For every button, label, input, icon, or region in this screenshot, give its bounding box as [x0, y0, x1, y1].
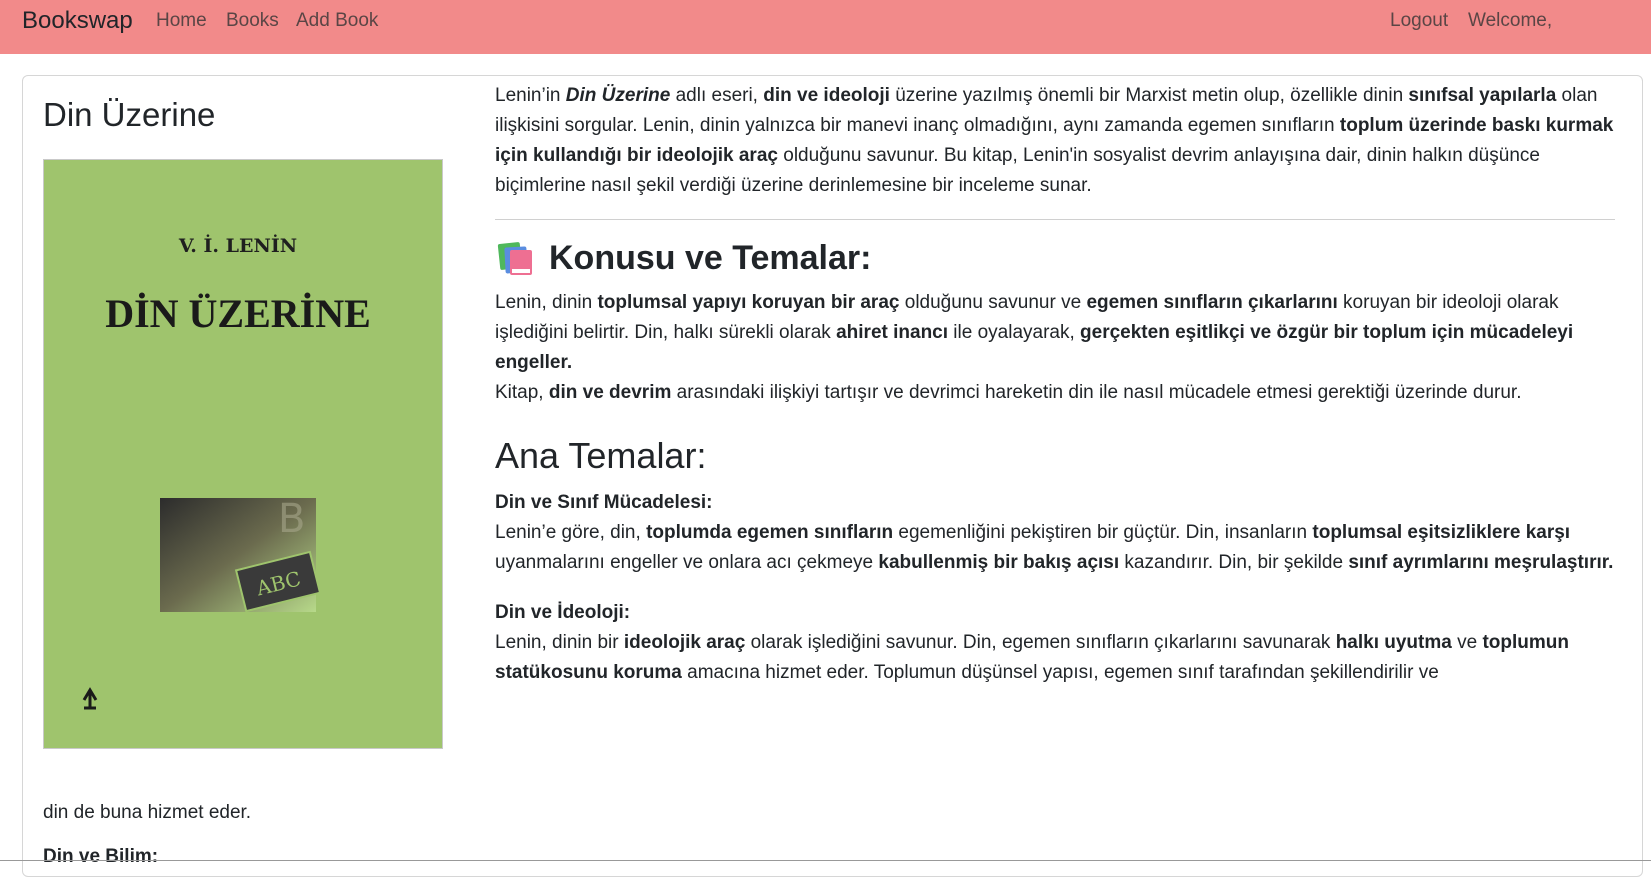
welcome-text: Welcome, [1468, 10, 1553, 31]
brand-link[interactable]: Bookswap [22, 7, 133, 35]
section-din-ideoloji-tail: din de buna hizmet eder. [43, 802, 252, 823]
svg-text:B: B [278, 496, 305, 542]
books-icon [495, 239, 535, 277]
nav-home-link[interactable]: Home [156, 10, 207, 32]
section-din-ideoloji-text: Lenin, dinin bir ideolojik araç olarak i… [495, 632, 1569, 683]
nav-add-book-link[interactable]: Add Book [296, 10, 378, 32]
heading-konu: Konusu ve Temalar: [495, 236, 1615, 280]
nav-books-link[interactable]: Books [226, 10, 279, 32]
book-title: Din Üzerine [43, 96, 216, 133]
heading-ana-temalar: Ana Temalar: [495, 435, 707, 476]
section-din-sinif-text: Lenin’e göre, din, toplumda egemen sınıf… [495, 522, 1614, 573]
konu-paragraph-2: Kitap, din ve devrim arasındaki ilişkiyi… [495, 382, 1522, 403]
cover-title-text: DİN ÜZERİNE [105, 291, 371, 336]
section-din-bilim-title: Din ve Bilim: [43, 846, 159, 867]
navbar: Bookswap Home Books Add Book Logout Welc… [0, 0, 1651, 54]
cover-author-text: V. İ. LENİN [178, 234, 297, 257]
intro-paragraph: Lenin’in Din Üzerine adlı eseri, din ve … [495, 85, 1614, 196]
divider [495, 219, 1615, 220]
book-cover-image: V. İ. LENİN DİN ÜZERİNE B ABC [43, 159, 443, 749]
nav-logout-link[interactable]: Logout [1390, 10, 1448, 32]
section-din-ideoloji-title: Din ve İdeoloji: [495, 602, 631, 623]
konu-paragraph-1: Lenin, dinin toplumsal yapıyı koruyan bi… [495, 292, 1574, 373]
section-din-sinif-title: Din ve Sınıf Mücadelesi: [495, 492, 713, 513]
viewport-edge-line [0, 860, 1651, 861]
heading-konu-text: Konusu ve Temalar: [549, 239, 872, 277]
book-description: Lenin’in Din Üzerine adlı eseri, din ve … [495, 81, 1615, 688]
